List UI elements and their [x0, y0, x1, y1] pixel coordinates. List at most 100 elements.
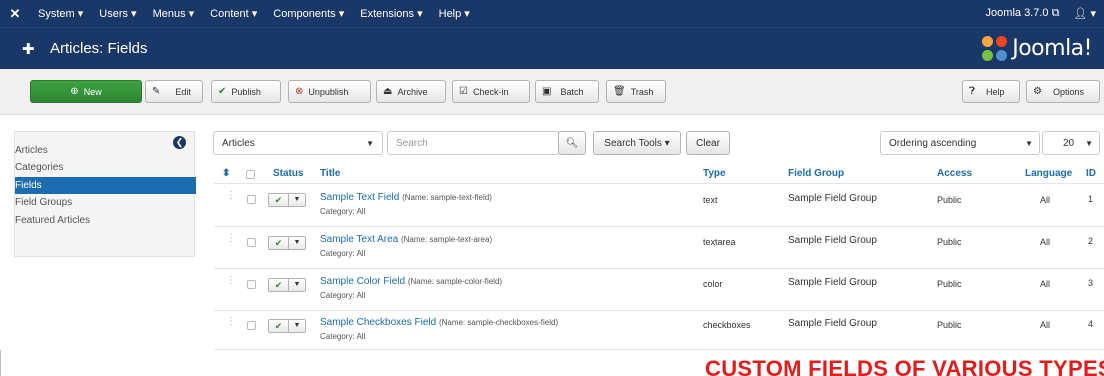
select-all-checkbox[interactable]: [246, 170, 255, 179]
chevron-down-icon[interactable]: ▼: [289, 279, 305, 291]
header-type[interactable]: Type: [703, 168, 726, 179]
row-checkbox[interactable]: [247, 238, 256, 247]
menu-extensions[interactable]: Extensions ▾: [352, 7, 430, 20]
field-title[interactable]: Sample Text Field: [320, 192, 399, 203]
chevron-down-icon: ▼: [366, 138, 374, 148]
field-title[interactable]: Sample Checkboxes Field: [320, 317, 436, 328]
trash-button[interactable]: 🗑︎ Trash: [606, 80, 666, 103]
plus-circle-icon: ⊕: [70, 86, 79, 97]
menu-content[interactable]: Content ▾: [202, 7, 265, 20]
drag-handle-icon[interactable]: ⋮: [226, 275, 236, 286]
clear-label: Clear: [696, 137, 720, 149]
unpublish-button[interactable]: ⊗ Unpublish: [288, 80, 371, 103]
field-id: 2: [1088, 236, 1094, 246]
checkin-button[interactable]: ☑ Check-in: [452, 80, 530, 103]
help-button[interactable]: ❓︎ Help: [962, 80, 1020, 103]
field-title-link[interactable]: Sample Color Field (Name: sample-color-f…: [320, 276, 502, 287]
options-button[interactable]: ⚙ Options: [1026, 80, 1100, 103]
sidebar-item-field-groups[interactable]: Field Groups: [15, 194, 196, 211]
edit-button[interactable]: ✎ Edit: [145, 80, 203, 103]
header-status[interactable]: Status: [273, 168, 304, 179]
published-check-icon[interactable]: ✔: [269, 279, 289, 291]
field-language: All: [1040, 279, 1051, 289]
header-field-group[interactable]: Field Group: [788, 168, 844, 179]
field-type: textarea: [703, 237, 736, 247]
sidebar-item-categories[interactable]: Categories: [15, 159, 196, 176]
publish-button[interactable]: ✔ Publish: [211, 80, 281, 103]
sort-icon[interactable]: ⬍: [222, 168, 230, 179]
edit-icon: ✎: [152, 86, 161, 97]
header-language[interactable]: Language: [1025, 168, 1072, 179]
batch-button[interactable]: ▣ Batch: [535, 80, 599, 103]
joomla-icon[interactable]: ✕: [0, 6, 30, 22]
field-name: (Name: sample-text-area): [400, 235, 493, 244]
top-navbar: ✕ System ▾ Users ▾ Menus ▾ Content ▾ Com…: [0, 0, 1104, 27]
archive-button[interactable]: ⏏ Archive: [376, 80, 446, 103]
publish-label: Publish: [231, 86, 261, 97]
field-group: Sample Field Group: [788, 318, 877, 329]
sidebar-item-fields[interactable]: Fields: [15, 177, 196, 194]
field-access: Public: [937, 279, 962, 289]
user-icon[interactable]: 👤︎ ▾: [1073, 7, 1096, 20]
menu-users[interactable]: Users ▾: [91, 7, 144, 20]
menu-system[interactable]: System ▾: [30, 7, 91, 20]
field-id: 4: [1088, 319, 1094, 329]
archive-icon: ⏏: [383, 86, 393, 97]
published-check-icon[interactable]: ✔: [269, 320, 289, 332]
chevron-down-icon[interactable]: ▼: [289, 194, 305, 206]
search-button[interactable]: 🔍︎: [558, 131, 586, 155]
drag-handle-icon[interactable]: ⋮: [226, 233, 236, 244]
field-category: Category: All: [320, 291, 366, 300]
page-header: ✚ Articles: Fields Joomla!: [0, 27, 1104, 69]
row-checkbox[interactable]: [247, 195, 256, 204]
published-check-icon[interactable]: ✔: [269, 237, 289, 249]
context-select[interactable]: Articles ▼: [213, 131, 383, 155]
published-check-icon[interactable]: ✔: [269, 194, 289, 206]
drag-handle-icon[interactable]: ⋮: [226, 190, 236, 201]
clear-button[interactable]: Clear: [686, 131, 730, 155]
field-title[interactable]: Sample Color Field: [320, 276, 405, 287]
sidebar-item-featured-articles[interactable]: Featured Articles: [15, 212, 196, 229]
new-button[interactable]: ⊕ New: [30, 80, 142, 103]
trash-icon: 🗑︎: [613, 86, 626, 97]
chevron-down-icon: ▼: [1085, 138, 1093, 148]
row-checkbox[interactable]: [247, 321, 256, 330]
site-link[interactable]: Joomla 3.7.0 ⧉: [986, 7, 1074, 20]
drag-handle-icon[interactable]: ⋮: [226, 316, 236, 327]
ordering-select[interactable]: Ordering ascending ▼: [880, 131, 1040, 155]
context-value: Articles: [222, 137, 255, 149]
field-name: (Name: sample-text-field): [402, 193, 492, 202]
search-placeholder: Search: [396, 137, 428, 149]
unpublish-label: Unpublish: [308, 86, 349, 97]
header-id[interactable]: ID: [1086, 168, 1096, 179]
menu-components[interactable]: Components ▾: [265, 7, 352, 20]
status-toggle[interactable]: ✔ ▼: [268, 278, 306, 292]
field-title-link[interactable]: Sample Checkboxes Field (Name: sample-ch…: [320, 317, 558, 328]
chevron-down-icon[interactable]: ▼: [289, 320, 305, 332]
search-input[interactable]: Search: [387, 131, 559, 155]
chevron-down-icon[interactable]: ▼: [289, 237, 305, 249]
search-tools-label: Search Tools ▾: [604, 137, 670, 149]
status-toggle[interactable]: ✔ ▼: [268, 319, 306, 333]
header-title[interactable]: Title: [320, 168, 340, 179]
menu-help[interactable]: Help ▾: [431, 7, 478, 20]
field-group: Sample Field Group: [788, 235, 877, 246]
header-access[interactable]: Access: [937, 168, 972, 179]
field-group: Sample Field Group: [788, 193, 877, 204]
check-icon: ✔: [218, 86, 227, 97]
caption-banner: CUSTOM FIELDS OF VARIOUS TYPES: [705, 356, 1104, 376]
status-toggle[interactable]: ✔ ▼: [268, 193, 306, 207]
checkin-label: Check-in: [472, 86, 509, 97]
field-title-link[interactable]: Sample Text Area (Name: sample-text-area…: [320, 234, 492, 245]
field-access: Public: [937, 320, 962, 330]
sidebar-item-articles[interactable]: Articles: [15, 142, 196, 159]
search-tools-button[interactable]: Search Tools ▾: [593, 131, 681, 155]
field-title-link[interactable]: Sample Text Field (Name: sample-text-fie…: [320, 192, 492, 203]
row-checkbox[interactable]: [247, 280, 256, 289]
field-title[interactable]: Sample Text Area: [320, 234, 398, 245]
menu-menus[interactable]: Menus ▾: [145, 7, 203, 20]
main-menu: System ▾ Users ▾ Menus ▾ Content ▾ Compo…: [30, 7, 478, 20]
status-toggle[interactable]: ✔ ▼: [268, 236, 306, 250]
joomla-brand: Joomla!: [982, 35, 1092, 62]
limit-select[interactable]: 20 ▼: [1042, 131, 1100, 155]
